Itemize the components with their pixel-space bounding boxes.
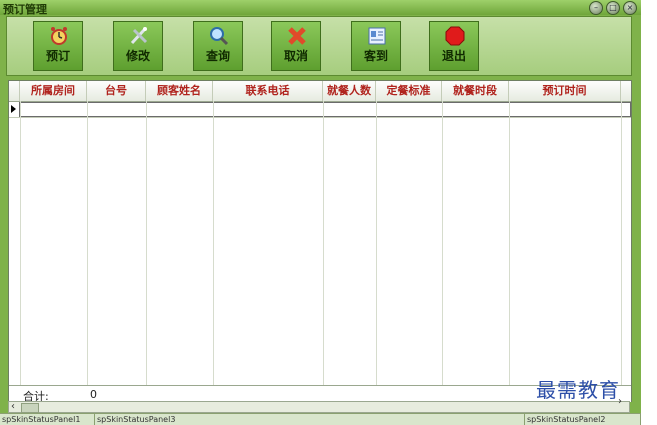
column-header-room[interactable]: 所属房间 bbox=[20, 81, 87, 101]
scroll-thumb[interactable] bbox=[21, 403, 39, 413]
status-panel-3: spSkinStatusPanel3 bbox=[95, 414, 525, 425]
reserve-button[interactable]: 预订 bbox=[33, 21, 83, 71]
query-button[interactable]: 查询 bbox=[193, 21, 243, 71]
grid-divider bbox=[442, 101, 443, 401]
minimize-icon[interactable]: – bbox=[589, 1, 603, 15]
table-row[interactable] bbox=[9, 102, 631, 118]
grid-header: 所属房间 台号 顾客姓名 联系电话 就餐人数 定餐标准 就餐时段 预订时间 bbox=[9, 81, 631, 102]
maximize-icon[interactable]: □ bbox=[606, 1, 620, 15]
status-panel-1: spSkinStatusPanel1 bbox=[0, 414, 95, 425]
scroll-right-icon[interactable]: › bbox=[618, 396, 622, 407]
guest-arrived-label: 客到 bbox=[363, 49, 388, 63]
guest-card-icon bbox=[368, 27, 386, 45]
grid-divider bbox=[323, 101, 324, 401]
column-header-meal-standard[interactable]: 定餐标准 bbox=[376, 81, 442, 101]
reservation-grid[interactable]: 所属房间 台号 顾客姓名 联系电话 就餐人数 定餐标准 就餐时段 预订时间 合计… bbox=[8, 80, 632, 403]
column-header-meal-period[interactable]: 就餐时段 bbox=[442, 81, 509, 101]
cancel-x-icon bbox=[288, 27, 306, 45]
grid-divider bbox=[87, 101, 88, 401]
stop-sign-icon bbox=[445, 26, 465, 46]
exit-label: 退出 bbox=[441, 49, 466, 63]
column-header-table-no[interactable]: 台号 bbox=[87, 81, 146, 101]
row-indicator-icon bbox=[11, 105, 16, 113]
grid-divider bbox=[376, 101, 377, 401]
grid-divider bbox=[146, 101, 147, 401]
reserve-label: 预订 bbox=[45, 49, 70, 63]
guest-arrived-button[interactable]: 客到 bbox=[351, 21, 401, 71]
modify-label: 修改 bbox=[125, 49, 150, 63]
header-indicator-cell bbox=[9, 81, 20, 101]
status-panel-2: spSkinStatusPanel2 bbox=[525, 414, 641, 425]
magnifier-icon bbox=[210, 27, 229, 46]
cancel-button[interactable]: 取消 bbox=[271, 21, 321, 71]
column-header-reservation-time[interactable]: 预订时间 bbox=[509, 81, 621, 101]
reservation-window: 预订管理 – □ × 预订 修改 查询 取消 客到 退出 所属房间 台号 顾客姓… bbox=[0, 0, 641, 425]
status-bar: spSkinStatusPanel1 spSkinStatusPanel3 sp… bbox=[0, 413, 641, 425]
watermark-text: 最需教育 bbox=[536, 378, 620, 402]
edit-tools-icon bbox=[130, 27, 148, 45]
column-header-customer-name[interactable]: 顾客姓名 bbox=[146, 81, 213, 101]
exit-button[interactable]: 退出 bbox=[429, 21, 479, 71]
modify-button[interactable]: 修改 bbox=[113, 21, 163, 71]
window-controls: – □ × bbox=[589, 1, 637, 15]
title-bar[interactable]: 预订管理 – □ × bbox=[0, 0, 641, 16]
column-header-phone[interactable]: 联系电话 bbox=[213, 81, 323, 101]
total-value: 0 bbox=[90, 388, 97, 401]
scroll-left-icon[interactable]: ‹ bbox=[11, 402, 15, 412]
toolbar: 预订 修改 查询 取消 客到 退出 bbox=[6, 16, 632, 76]
cancel-label: 取消 bbox=[283, 49, 308, 63]
current-row-cell[interactable] bbox=[19, 102, 631, 117]
grid-divider bbox=[20, 101, 21, 401]
column-header-diners[interactable]: 就餐人数 bbox=[323, 81, 376, 101]
grid-divider bbox=[509, 101, 510, 401]
window-title: 预订管理 bbox=[3, 3, 47, 16]
grid-divider bbox=[213, 101, 214, 401]
close-icon[interactable]: × bbox=[623, 1, 637, 15]
grid-divider bbox=[621, 101, 622, 401]
query-label: 查询 bbox=[205, 49, 230, 63]
alarm-clock-icon bbox=[51, 27, 67, 45]
